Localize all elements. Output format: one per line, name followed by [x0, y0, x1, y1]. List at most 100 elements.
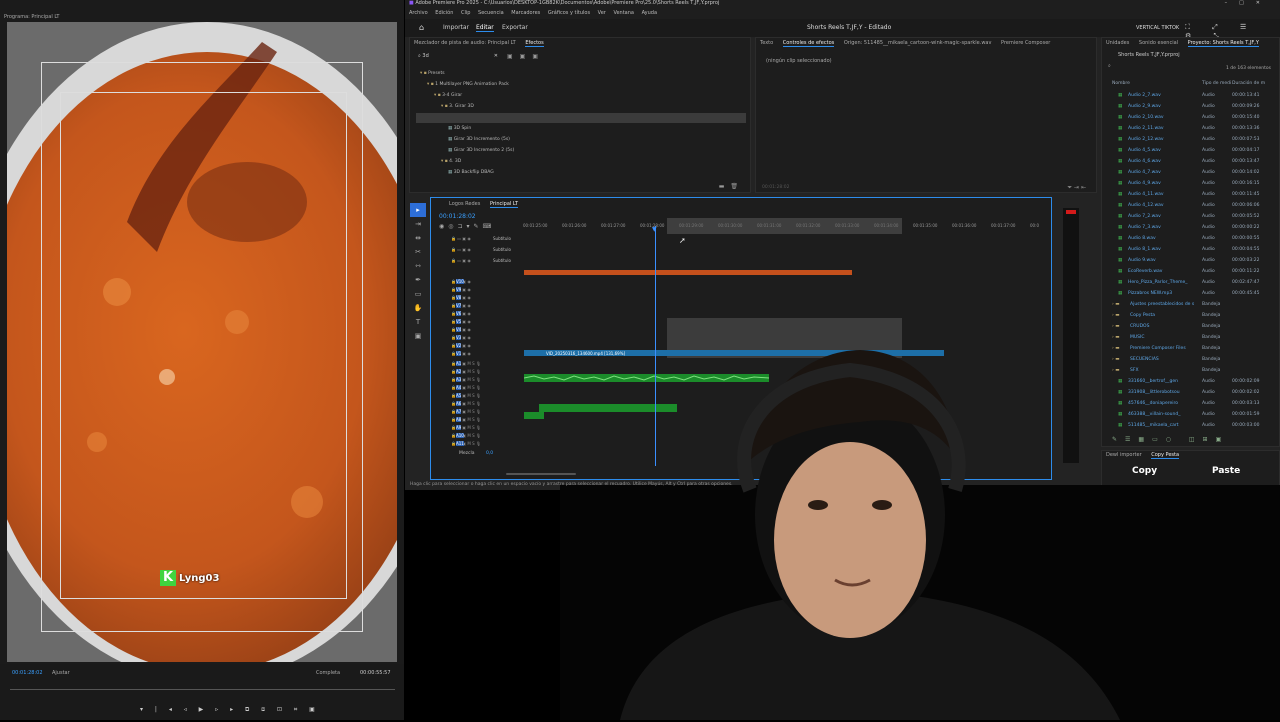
effects-filter-icons[interactable]: ▣▣▣: [507, 53, 545, 60]
video-track[interactable]: 🔒 ▭ ▣ ◉V7: [431, 303, 1041, 310]
tab-controles-efectos[interactable]: Controles de efectos: [782, 40, 835, 47]
project-item[interactable]: ▦ Audio 4_6.wav Audio 00:00:13:47: [1112, 159, 1272, 169]
quality-select[interactable]: Completa: [316, 670, 340, 676]
audio-clip-a6[interactable]: [524, 412, 544, 419]
project-item[interactable]: ▦ Audio 9.wav Audio 00:00:03:22: [1112, 258, 1272, 268]
effects-tree-item[interactable]: ▾ ▪ 3-4 Girar: [434, 93, 462, 98]
effects-tree-item[interactable]: ▾ ▪ 4. 3D: [441, 159, 461, 164]
menu-clip[interactable]: Clip: [461, 10, 470, 16]
caption-tool-icon[interactable]: ▣: [410, 329, 426, 343]
video-track[interactable]: 🔒 ▭ ▣ ◉V8: [431, 295, 1041, 302]
project-search-icon[interactable]: ⌕: [1108, 63, 1111, 69]
tab-exportar[interactable]: Exportar: [502, 24, 528, 31]
mix-value[interactable]: 0,0: [486, 451, 493, 456]
project-item[interactable]: ▦ EcoReverb.wav Audio 00:00:11:22: [1112, 269, 1272, 279]
clear-search-icon[interactable]: ✕: [494, 53, 498, 59]
tab-importar[interactable]: Importar: [443, 24, 469, 31]
tab-principal-lt[interactable]: Principal LT: [489, 201, 519, 208]
workspace-name[interactable]: VERTICAL TIKTOK: [1136, 25, 1179, 31]
tab-proyecto[interactable]: Proyecto: Shorts Reels T,JF,Y: [1187, 40, 1259, 47]
project-item[interactable]: ▦ Pizzabros NEW.mp3 Audio 00:00:45:45: [1112, 291, 1272, 301]
timeline-tool-icons[interactable]: ◉◎⊐▾✎⌨: [439, 223, 495, 230]
menu-ver[interactable]: Ver: [598, 10, 606, 16]
hand-tool-icon[interactable]: ✋: [410, 301, 426, 315]
col-duracion[interactable]: Duración de m: [1232, 81, 1265, 86]
col-tipo[interactable]: Tipo de medi: [1202, 81, 1231, 86]
filter-icon[interactable]: ⏷ ⇥ ⇤: [1067, 184, 1086, 192]
menu-marcadores[interactable]: Marcadores: [511, 10, 540, 16]
window-controls[interactable]: –□✕: [1225, 0, 1272, 6]
tab-editar[interactable]: Editar: [476, 24, 494, 32]
effects-search-input[interactable]: 3d: [422, 53, 428, 59]
tab-origen[interactable]: Origen: 511485__mikaela_cartoon-wink-mag…: [844, 40, 992, 46]
selection-tool-icon[interactable]: ▸: [410, 203, 426, 217]
project-item[interactable]: ▦ Audio 4_11.wav Audio 00:00:11:45: [1112, 192, 1272, 202]
project-item[interactable]: ▦ Audio 2_10.wav Audio 00:00:15:40: [1112, 115, 1272, 125]
effects-tree-item[interactable]: ▦ Girar 3D Incremento (5s): [448, 137, 510, 142]
video-track[interactable]: 🔒 ▭ ▣ ◉V6: [431, 311, 1041, 318]
menu-archivo[interactable]: Archivo: [409, 10, 428, 16]
program-scrubber[interactable]: [10, 689, 395, 690]
menu-secuencia[interactable]: Secuencia: [478, 10, 504, 16]
project-item[interactable]: ▦ Audio 2_12.wav Audio 00:00:07:53: [1112, 137, 1272, 147]
tab-unidades[interactable]: Unidades: [1106, 40, 1129, 46]
fit-select[interactable]: Ajustar: [52, 670, 70, 676]
type-tool-icon[interactable]: T: [410, 315, 426, 329]
subtitle-track[interactable]: 🔒 ▭ ▣ ◉ Subtítulo: [431, 258, 1041, 265]
ripple-tool-icon[interactable]: ⇹: [410, 231, 426, 245]
project-item[interactable]: › ▬ Copy Pesta Bandeja: [1112, 313, 1272, 323]
video-track[interactable]: 🔒 ▭ ▣ ◉V9: [431, 287, 1041, 294]
project-item[interactable]: ▦ Audio 2_9.wav Audio 00:00:09:26: [1112, 104, 1272, 114]
playhead-handle-icon[interactable]: ▼: [652, 226, 657, 233]
subtitle-track[interactable]: 🔒 ▭ ▣ ◉ Subtítulo: [431, 236, 1041, 243]
project-item[interactable]: ▦ Audio 2_11.wav Audio 00:00:13:36: [1112, 126, 1272, 136]
timeline-timecode[interactable]: 00:01:28:02: [439, 213, 476, 220]
project-item[interactable]: ▦ Audio 8.wav Audio 00:00:00:55: [1112, 236, 1272, 246]
project-item[interactable]: ▦ Audio 7_2.wav Audio 00:00:05:52: [1112, 214, 1272, 224]
razor-tool-icon[interactable]: ✂: [410, 245, 426, 259]
col-nombre[interactable]: Nombre: [1112, 81, 1130, 86]
project-item[interactable]: ▦ Audio 8_1.wav Audio 00:00:04:55: [1112, 247, 1272, 257]
home-icon[interactable]: ⌂: [419, 23, 424, 32]
effects-search[interactable]: ⌕ 3d ✕: [418, 53, 498, 60]
menu-edicion[interactable]: Edición: [435, 10, 453, 16]
program-timecode[interactable]: 00:01:28:02: [12, 670, 43, 676]
tab-sonido-esencial[interactable]: Sonido esencial: [1139, 40, 1178, 46]
project-item[interactable]: ▦ Audio 4_7.wav Audio 00:00:14:02: [1112, 170, 1272, 180]
track-controls-icon[interactable]: 🔒 ▭ ▣ ◉: [451, 247, 471, 252]
program-video-frame[interactable]: K Lyng03: [7, 22, 397, 662]
tab-efectos[interactable]: Efectos: [525, 40, 544, 47]
project-item[interactable]: ▦ Audio 4_12.wav Audio 00:00:06:06: [1112, 203, 1272, 213]
pen-tool-icon[interactable]: ✒: [410, 273, 426, 287]
project-item[interactable]: ▦ Audio 2_7.wav Audio 00:00:13:41: [1112, 93, 1272, 103]
project-item[interactable]: ▦ Audio 4_9.wav Audio 00:00:16:15: [1112, 181, 1272, 191]
track-controls-icon[interactable]: 🔒 ▭ ▣ ◉: [451, 236, 471, 241]
slip-tool-icon[interactable]: ⇿: [410, 259, 426, 273]
video-track[interactable]: 🔒 ▭ ▣ ◉V10: [431, 279, 1041, 286]
work-area-bar[interactable]: [667, 218, 902, 234]
effects-tree-item[interactable]: ▾ ▪ Presets: [420, 71, 445, 76]
program-monitor-tab[interactable]: Programa: Principal LT: [4, 14, 59, 20]
effects-tree-item[interactable]: ▦ Girar 3D Incremento 2 (5s): [448, 148, 514, 153]
project-item[interactable]: › ▬ CRUDOS Bandeja: [1112, 324, 1272, 334]
tab-premiere-composer[interactable]: Premiere Composer: [1001, 40, 1050, 46]
project-item[interactable]: ▦ Audio 7_3.wav Audio 00:00:00:22: [1112, 225, 1272, 235]
project-item[interactable]: › ▬ Ajustes preestablecidos de s Bandeja: [1112, 302, 1272, 312]
menu-graficos[interactable]: Gráficos y títulos: [548, 10, 590, 16]
menu-ayuda[interactable]: Ayuda: [642, 10, 657, 16]
project-item[interactable]: ▦ Audio 4_5.wav Audio 00:00:04:17: [1112, 148, 1272, 158]
effects-tree-item[interactable]: ▦ 3D Spin: [448, 126, 471, 131]
rectangle-tool-icon[interactable]: ▭: [410, 287, 426, 301]
project-item[interactable]: ▦ Hero_Pizza_Parlor_Theme_ Audio 00:02:47:4…: [1112, 280, 1272, 290]
menu-ventana[interactable]: Ventana: [613, 10, 634, 16]
transport-buttons[interactable]: ▾ | ◂ ◃ ▶ ▹ ▸ ⧉ ⧈ ⊡ ⌗ ▣: [140, 706, 320, 714]
tab-texto[interactable]: Texto: [760, 40, 773, 46]
effects-tree-item[interactable]: ▾ ▪ 1 Multilayer PNG Animation Pack: [427, 82, 509, 87]
tab-logos-redes[interactable]: Logos Redes: [449, 201, 480, 207]
track-select-tool-icon[interactable]: ⇥: [410, 217, 426, 231]
effects-tree-item[interactable]: ▾ ▪ 3. Girar 3D: [441, 104, 474, 109]
track-controls-icon[interactable]: 🔒 ▭ ▣ ◉: [451, 258, 471, 263]
effects-tree-item[interactable]: ▦ 3D Backflip DBAG: [448, 170, 494, 175]
subtitle-track[interactable]: 🔒 ▭ ▣ ◉ Subtítulo: [431, 247, 1041, 254]
adjustment-clip[interactable]: [524, 270, 852, 275]
